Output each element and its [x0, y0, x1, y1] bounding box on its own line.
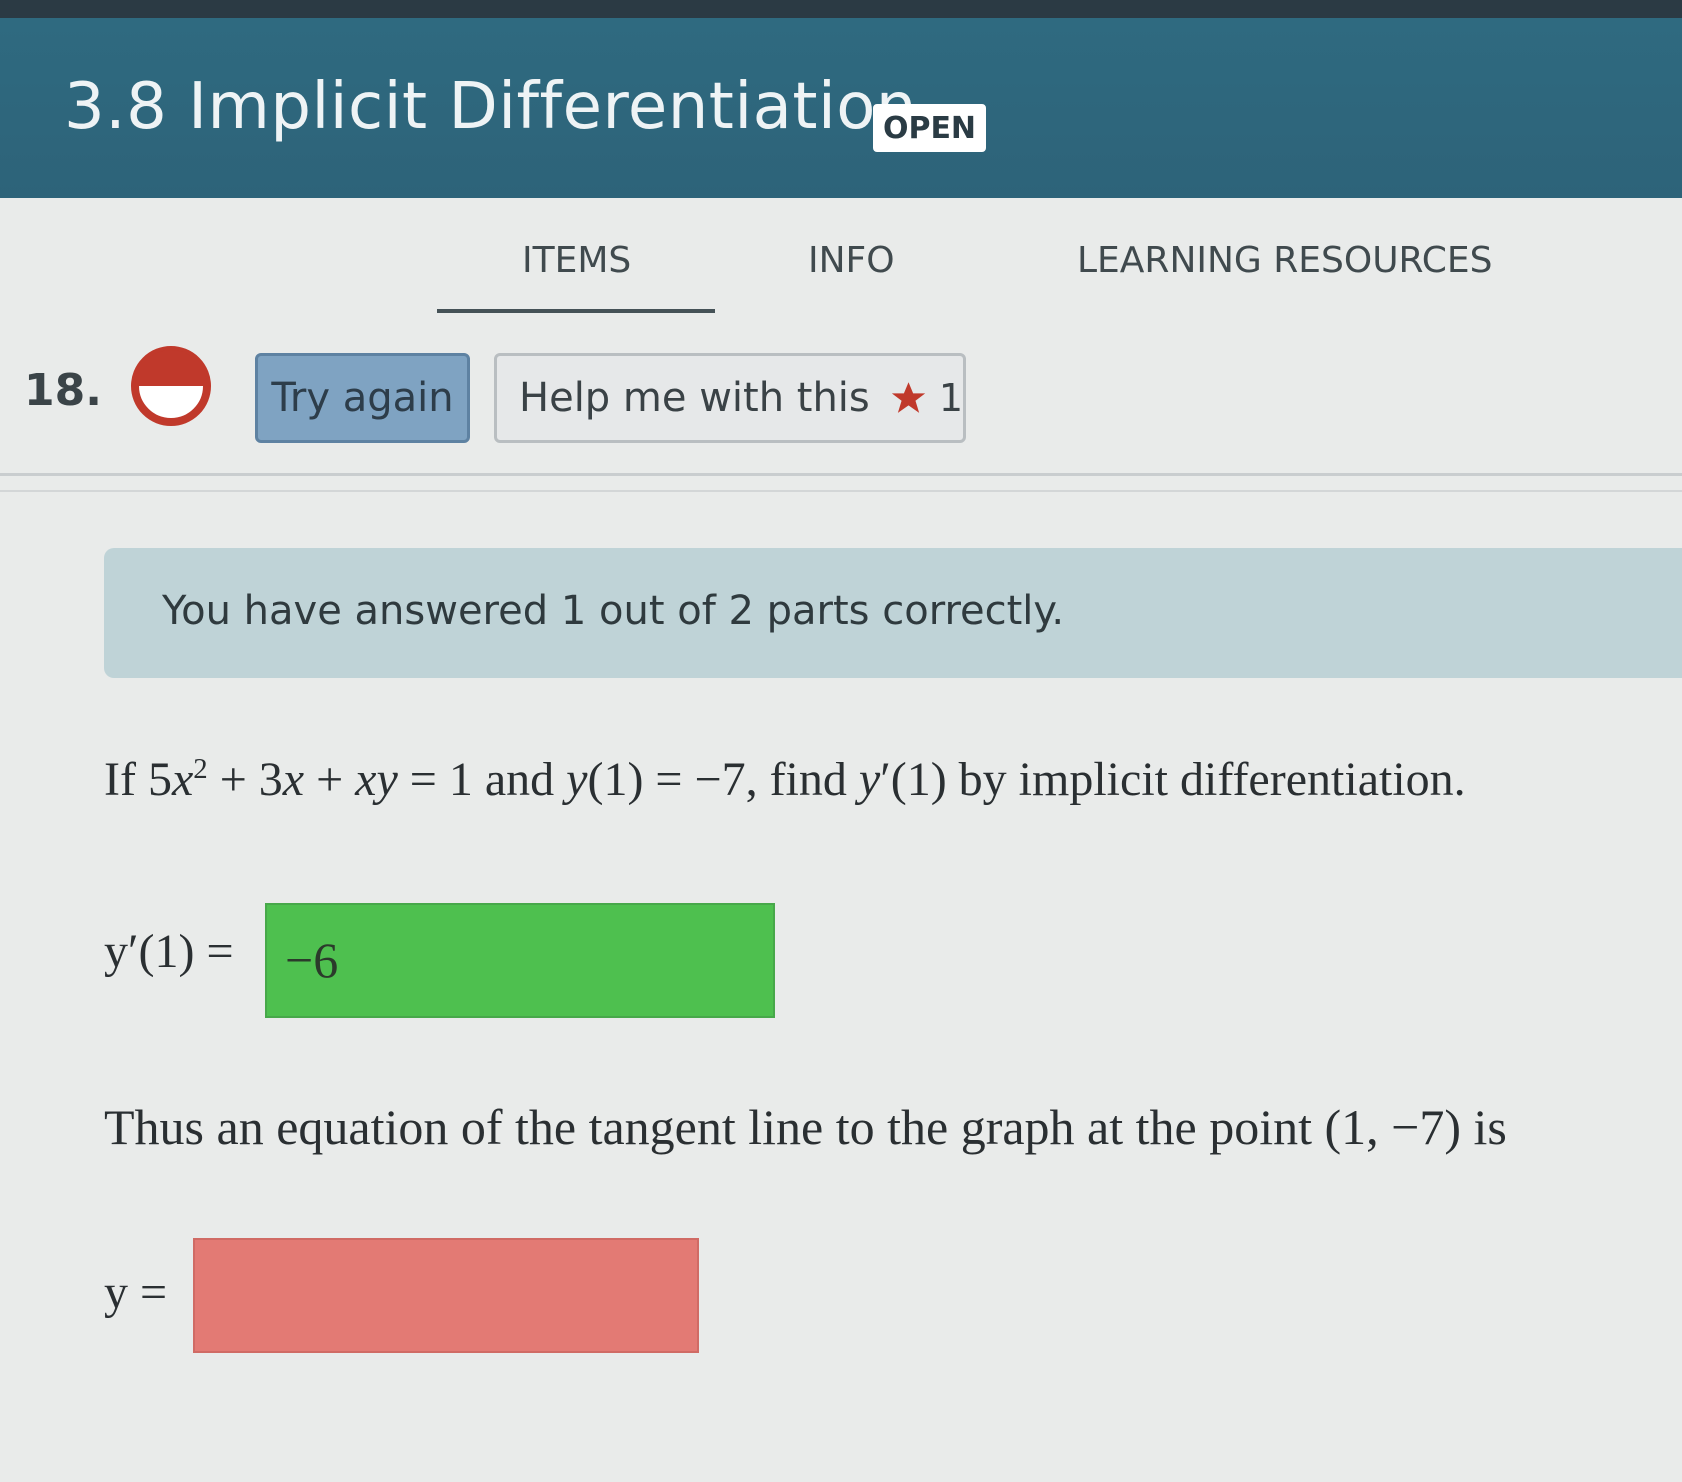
window-top-strip [0, 0, 1682, 18]
tab-items[interactable]: ITEMS [522, 240, 631, 281]
feedback-message: You have answered 1 out of 2 parts corre… [162, 588, 1065, 634]
half-filled-circle-icon [131, 346, 211, 426]
part2-answer-field[interactable] [193, 1238, 699, 1353]
question-number: 18. [24, 365, 102, 416]
active-tab-indicator [437, 309, 715, 313]
part1-label: y′(1) = [104, 925, 234, 978]
try-again-button[interactable]: Try again [255, 353, 470, 443]
tab-learning-resources[interactable]: LEARNING RESOURCES [1077, 240, 1493, 281]
part1-answer-field[interactable]: −6 [265, 903, 775, 1018]
section-divider-secondary [0, 490, 1682, 492]
part1-answer-value: −6 [285, 932, 339, 988]
tab-info[interactable]: INFO [808, 240, 895, 281]
part2-label: y = [104, 1266, 168, 1319]
assignment-title: 3.8 Implicit Differentiation [64, 70, 917, 144]
help-me-with-this-button[interactable]: Help me with this 1 [494, 353, 966, 443]
help-count: 1 [938, 376, 963, 420]
try-again-label: Try again [271, 375, 454, 421]
feedback-banner: You have answered 1 out of 2 parts corre… [104, 548, 1682, 678]
help-label: Help me with this [519, 375, 870, 421]
assignment-header: 3.8 Implicit Differentiation OPEN [0, 18, 1682, 198]
tab-bar: ITEMS INFO LEARNING RESOURCES [0, 198, 1682, 323]
tangent-line-prompt: Thus an equation of the tangent line to … [104, 1099, 1507, 1155]
problem-statement: If 5x2 + 3x + xy = 1 and y(1) = −7, find… [104, 753, 1466, 806]
question-toolbar: 18. Try again Help me with this 1 [0, 335, 1682, 470]
section-divider [0, 473, 1682, 476]
star-icon [891, 382, 925, 413]
open-status-badge: OPEN [873, 104, 986, 152]
